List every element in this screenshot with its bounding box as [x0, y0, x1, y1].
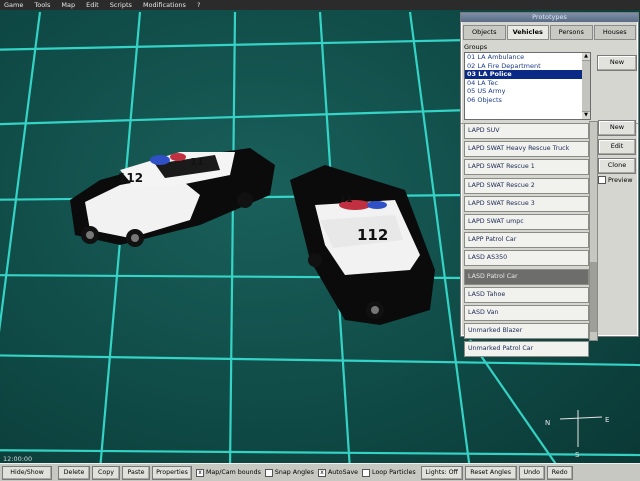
compass-north: N	[545, 419, 550, 427]
new-prototype-button[interactable]: New	[598, 120, 636, 136]
list-item-selected[interactable]: LASD Patrol Car	[464, 268, 589, 285]
bottom-toolbar: Hide/Show Delete Copy Paste Properties M…	[0, 463, 640, 481]
scroll-up-icon[interactable]: ▲	[582, 53, 590, 61]
police-car-2[interactable]: 11 112	[285, 160, 445, 330]
snap-angles-checkbox[interactable]	[264, 468, 273, 477]
prototype-scrollbar[interactable]	[589, 121, 598, 341]
copy-button[interactable]: Copy	[92, 465, 120, 480]
group-item[interactable]: 02 LA Fire Department	[465, 62, 584, 71]
car1-number: 112	[118, 171, 143, 185]
compass-icon: N E S	[545, 410, 609, 459]
list-item[interactable]: LASD Tahoe	[464, 286, 589, 303]
list-item[interactable]: LASD AS350	[464, 250, 589, 267]
menu-map[interactable]: Map	[57, 0, 82, 10]
preview-checkbox[interactable]	[598, 176, 606, 184]
undo-button[interactable]: Undo	[518, 465, 545, 480]
menu-bar: Game Tools Map Edit Scripts Modification…	[0, 0, 640, 10]
compass-east: E	[605, 416, 609, 424]
groups-label: Groups	[464, 43, 488, 51]
police-car-1[interactable]: 11 112	[60, 140, 285, 250]
new-group-button[interactable]: New	[597, 55, 637, 71]
game-clock: 12:00:00	[3, 455, 33, 463]
preview-toggle[interactable]: Preview	[598, 176, 633, 184]
list-item[interactable]: LAPD SWAT umpc	[464, 213, 589, 230]
tab-vehicles[interactable]: Vehicles	[506, 25, 549, 40]
autosave-checkbox[interactable]	[317, 468, 326, 477]
list-item[interactable]: LAPD SWAT Rescue 1	[464, 159, 589, 176]
loop-particles-toggle[interactable]: Loop Particles	[362, 468, 416, 477]
paste-button[interactable]: Paste	[122, 465, 150, 480]
map-cam-bounds-toggle[interactable]: Map/Cam bounds	[196, 468, 261, 477]
edit-button[interactable]: Edit	[598, 139, 636, 155]
group-item[interactable]: 04 LA Tec	[465, 79, 584, 88]
groups-scrollbar[interactable]: ▲ ▼	[582, 52, 591, 120]
list-item[interactable]: Unmarked Blazer	[464, 323, 589, 340]
menu-game[interactable]: Game	[0, 0, 30, 10]
lights-toggle-button[interactable]: Lights: Off	[420, 465, 463, 480]
preview-label: Preview	[608, 176, 633, 184]
map-cam-bounds-label: Map/Cam bounds	[206, 469, 261, 476]
car2-number: 112	[357, 226, 388, 244]
menu-modifications[interactable]: Modifications	[139, 0, 193, 10]
clone-button[interactable]: Clone	[598, 158, 636, 174]
loop-particles-label: Loop Particles	[372, 469, 416, 476]
autosave-toggle[interactable]: AutoSave	[317, 468, 359, 477]
snap-angles-toggle[interactable]: Snap Angles	[264, 468, 314, 477]
prototype-tabs: Objects Vehicles Persons Houses	[461, 22, 638, 40]
prototype-list[interactable]: LAPD SUV LAPD SWAT Heavy Rescue Truck LA…	[464, 123, 589, 358]
delete-button[interactable]: Delete	[58, 465, 90, 480]
groups-list[interactable]: 01 LA Ambulance 02 LA Fire Department 03…	[464, 52, 585, 120]
tab-houses[interactable]: Houses	[593, 25, 636, 40]
list-item[interactable]: LAPD SWAT Rescue 2	[464, 177, 589, 194]
tab-persons[interactable]: Persons	[550, 25, 593, 40]
loop-particles-checkbox[interactable]	[362, 468, 371, 477]
group-item[interactable]: 01 LA Ambulance	[465, 53, 584, 62]
properties-button[interactable]: Properties	[152, 465, 192, 480]
menu-help[interactable]: ?	[193, 0, 207, 10]
menu-tools[interactable]: Tools	[30, 0, 57, 10]
scrollbar-thumb[interactable]	[590, 262, 597, 332]
scroll-down-icon[interactable]: ▼	[582, 111, 590, 119]
autosave-label: AutoSave	[327, 469, 359, 476]
prototypes-panel: Prototypes Objects Vehicles Persons Hous…	[460, 12, 639, 358]
list-item[interactable]: LASD Van	[464, 304, 589, 321]
group-item[interactable]: 05 US Army	[465, 87, 584, 96]
hide-show-button[interactable]: Hide/Show	[2, 465, 52, 480]
map-cam-bounds-checkbox[interactable]	[196, 468, 204, 477]
menu-scripts[interactable]: Scripts	[106, 0, 139, 10]
list-item[interactable]: LAPP Patrol Car	[464, 232, 589, 249]
redo-button[interactable]: Redo	[546, 465, 573, 480]
panel-title[interactable]: Prototypes	[461, 13, 638, 22]
list-item[interactable]: Unmarked Patrol Car	[464, 341, 589, 358]
menu-edit[interactable]: Edit	[82, 0, 106, 10]
list-item[interactable]: LAPD SUV	[464, 123, 589, 139]
car2-roof-number: 11	[340, 195, 353, 205]
list-item[interactable]: LAPD SWAT Heavy Rescue Truck	[464, 141, 589, 158]
compass-south: S	[575, 451, 580, 459]
group-item-selected[interactable]: 03 LA Police	[465, 70, 584, 79]
tab-objects[interactable]: Objects	[463, 25, 506, 40]
snap-angles-label: Snap Angles	[274, 469, 314, 476]
reset-angles-button[interactable]: Reset Angles	[464, 465, 517, 480]
car1-roof-number: 11	[190, 157, 204, 168]
group-item[interactable]: 06 Objects	[465, 96, 584, 105]
list-item[interactable]: LAPD SWAT Rescue 3	[464, 195, 589, 212]
